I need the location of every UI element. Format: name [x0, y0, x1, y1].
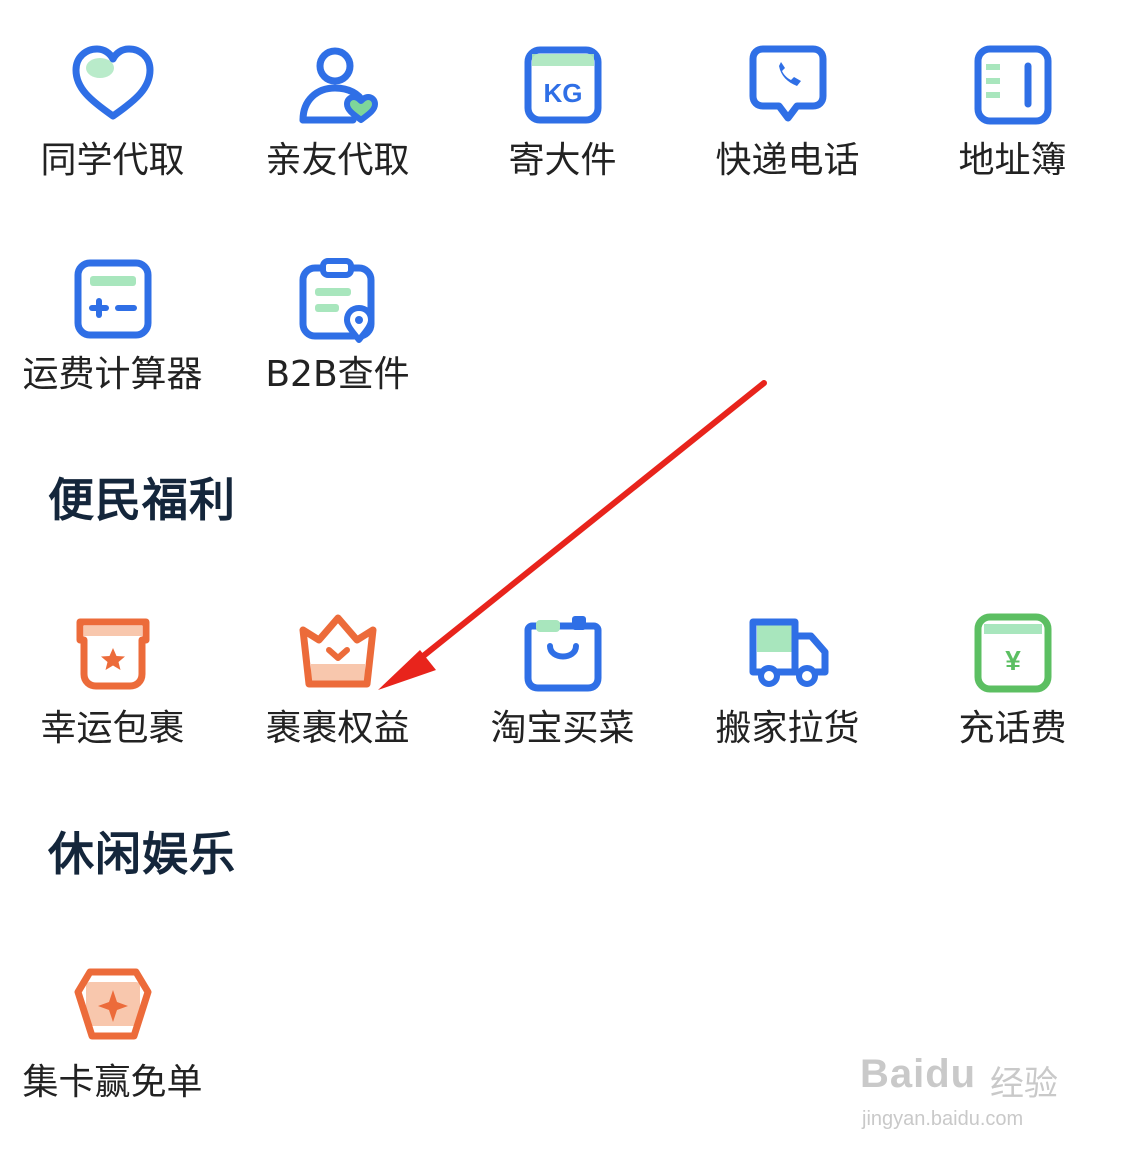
tile-label: 寄大件	[508, 140, 617, 181]
baidu-jingyan-watermark: Baidu 经验 jingyan.baidu.com	[860, 1030, 1090, 1140]
tile-label: 搬家拉货	[715, 708, 860, 749]
watermark-subtitle: 经验	[990, 1065, 1058, 1103]
shopping-bag-icon	[524, 616, 602, 692]
phone-bubble-icon	[749, 45, 827, 122]
section-title-welfare: 便民福利	[48, 473, 236, 527]
crown-icon	[299, 614, 377, 688]
yen-card-icon: ¥	[974, 613, 1052, 693]
address-book-icon	[974, 45, 1052, 125]
tile-courier-phone[interactable]: 快递电话	[675, 44, 900, 194]
tile-label: 充话费	[958, 708, 1067, 749]
heart-icon	[72, 45, 154, 120]
kg-box-icon: KG	[524, 46, 602, 124]
tile-guoguo-benefits[interactable]: 裹裹权益	[225, 612, 450, 762]
tile-label: 淘宝买菜	[490, 708, 635, 749]
truck-icon	[749, 618, 829, 687]
star-box-icon	[76, 618, 150, 690]
tile-label: 裹裹权益	[265, 708, 410, 749]
tile-label: 快递电话	[715, 140, 860, 181]
tile-send-large[interactable]: KG 寄大件	[450, 44, 675, 194]
tile-moving-freight[interactable]: 搬家拉货	[675, 612, 900, 762]
tile-phone-recharge[interactable]: ¥ 充话费	[900, 612, 1125, 762]
tile-lucky-package[interactable]: 幸运包裹	[0, 612, 225, 762]
clipboard-location-icon	[299, 258, 375, 343]
section-title-leisure: 休闲娱乐	[48, 827, 236, 881]
calculator-icon	[74, 259, 152, 339]
tile-b2b-tracking[interactable]: B2B查件	[225, 258, 450, 408]
tile-shipping-calculator[interactable]: 运费计算器	[0, 258, 225, 408]
svg-text:KG: KG	[544, 78, 583, 108]
tile-label: 地址簿	[958, 140, 1067, 181]
person-heart-icon	[299, 47, 378, 124]
tile-label: 运费计算器	[22, 354, 203, 395]
tile-label: 幸运包裹	[40, 708, 185, 749]
tile-label: 集卡赢免单	[22, 1062, 203, 1103]
tile-classmate-pickup[interactable]: 同学代取	[0, 44, 225, 194]
card-sparkle-icon	[74, 968, 152, 1040]
tile-label: 同学代取	[40, 140, 185, 181]
tile-collect-cards[interactable]: 集卡赢免单	[0, 966, 225, 1116]
watermark-url: jingyan.baidu.com	[862, 1108, 1024, 1130]
tile-address-book[interactable]: 地址簿	[900, 44, 1125, 194]
tile-friend-pickup[interactable]: 亲友代取	[225, 44, 450, 194]
tile-label: 亲友代取	[265, 140, 410, 181]
watermark-logo: Baidu	[860, 1052, 977, 1096]
tile-label: B2B查件	[265, 354, 410, 395]
tile-taobao-grocery[interactable]: 淘宝买菜	[450, 612, 675, 762]
svg-text:¥: ¥	[1005, 645, 1021, 676]
